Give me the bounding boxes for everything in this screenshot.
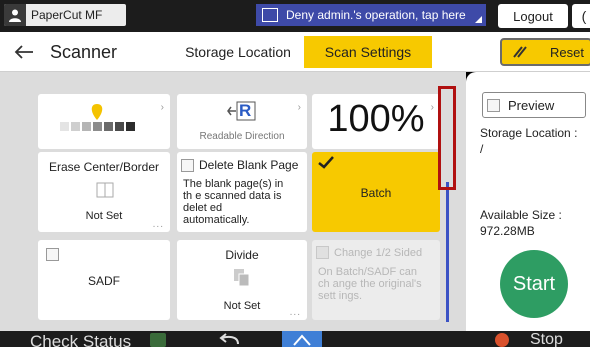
job-status-icon[interactable]	[150, 333, 166, 347]
storage-location-value: /	[480, 142, 484, 156]
batch-title: Batch	[360, 186, 392, 200]
check-status-button[interactable]: Check Status	[30, 332, 131, 347]
preview-button[interactable]: Preview	[482, 92, 586, 118]
admin-notice[interactable]: Deny admin.'s operation, tap here	[256, 4, 486, 26]
change-sided-checkbox	[316, 246, 329, 259]
reset-label: Reset	[550, 44, 584, 60]
checkmark-icon	[318, 156, 334, 174]
delete-blank-checkbox[interactable]	[181, 158, 194, 172]
page-title: Scanner	[50, 42, 118, 62]
density-setting[interactable]: ›	[38, 94, 170, 149]
screen-icon	[262, 8, 278, 22]
system-bar: PaperCut MF Deny admin.'s operation, tap…	[0, 0, 590, 32]
sadf-setting[interactable]: SADF	[38, 240, 170, 320]
admin-notice-text: Deny admin.'s operation, tap here	[286, 8, 466, 22]
stop-button[interactable]: Stop	[530, 331, 563, 347]
change-sided-description: On Batch/SADF can ch ange the original's…	[318, 266, 422, 302]
back-arrow-icon[interactable]	[8, 38, 40, 66]
delete-blank-page-setting[interactable]: Delete Blank Page The blank page(s) in t…	[177, 152, 307, 232]
change-sided-setting: Change 1/2 Sided On Batch/SADF can ch an…	[312, 240, 440, 320]
readable-direction-icon: R	[227, 100, 257, 122]
preview-label: Preview	[508, 97, 555, 113]
readable-direction-label: Readable Direction	[199, 131, 285, 142]
delete-blank-title: Delete Blank Page	[199, 158, 299, 172]
storage-location-label: Storage Location :	[480, 126, 578, 140]
sadf-checkbox[interactable]	[46, 248, 59, 261]
divide-pages-icon	[233, 268, 251, 293]
reset-button[interactable]: Reset	[500, 38, 590, 66]
erase-title: Erase Center/Border	[48, 160, 160, 174]
erase-border-icon	[96, 182, 114, 203]
delete-blank-description: The blank page(s) in th e scanned data i…	[183, 178, 284, 226]
chevron-right-icon: ›	[160, 102, 164, 113]
logout-button[interactable]: Logout	[498, 4, 568, 28]
erase-center-border-setting[interactable]: Erase Center/Border Not Set ...	[38, 152, 170, 232]
home-icon[interactable]	[282, 331, 322, 347]
user-badge[interactable]: PaperCut MF	[4, 4, 126, 26]
scrollbar[interactable]	[446, 182, 449, 322]
app-header: Scanner Storage Location Scan Settings R…	[0, 32, 590, 72]
erase-value: Not Set	[85, 210, 123, 222]
bottom-bar: Check Status Stop	[0, 331, 590, 347]
more-dots-icon: ...	[152, 219, 164, 230]
user-icon	[4, 4, 26, 26]
system-extra-button[interactable]: (	[572, 4, 590, 28]
settings-grid: › R Readable Direction › 100% › Erase Ce…	[0, 72, 466, 347]
reset-icon	[512, 45, 528, 59]
readable-direction-setting[interactable]: R Readable Direction ›	[177, 94, 307, 149]
available-size-value: 972.28MB	[480, 224, 535, 238]
batch-setting[interactable]: Batch	[312, 152, 440, 232]
zoom-value: 100%	[327, 98, 425, 140]
right-panel: Preview Storage Location : / Available S…	[466, 72, 590, 347]
chevron-right-icon: ›	[430, 102, 434, 113]
divide-value: Not Set	[223, 300, 261, 312]
corner-indicator-icon	[475, 16, 482, 23]
zoom-setting[interactable]: 100% ›	[312, 94, 440, 149]
divide-setting[interactable]: Divide Not Set ...	[177, 240, 307, 320]
divide-title: Divide	[225, 248, 259, 262]
available-size-label: Available Size :	[480, 208, 562, 222]
return-icon[interactable]	[218, 332, 240, 347]
sadf-title: SADF	[87, 274, 120, 288]
change-sided-title: Change 1/2 Sided	[334, 246, 423, 259]
highlight-annotation	[438, 86, 456, 190]
stop-icon	[495, 333, 509, 347]
tab-storage-location[interactable]: Storage Location	[174, 36, 302, 68]
user-name: PaperCut MF	[31, 8, 103, 22]
tab-scan-settings[interactable]: Scan Settings	[304, 36, 432, 68]
chevron-right-icon: ›	[297, 102, 301, 113]
start-button[interactable]: Start	[500, 250, 568, 318]
preview-checkbox	[487, 98, 500, 112]
more-dots-icon: ...	[289, 307, 301, 318]
density-scale-icon	[60, 104, 135, 131]
